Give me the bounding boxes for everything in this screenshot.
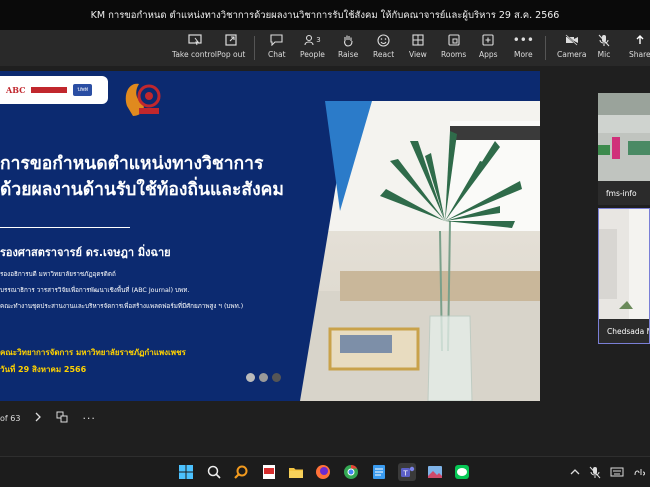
take-control-button[interactable]: Take control bbox=[172, 33, 217, 59]
add-apps-icon bbox=[481, 33, 495, 47]
slide-more-options-icon[interactable]: ··· bbox=[82, 412, 96, 425]
svg-text:T: T bbox=[402, 470, 408, 478]
keyboard-icon[interactable] bbox=[608, 463, 626, 481]
teams-icon[interactable]: T bbox=[398, 463, 416, 481]
participant-name: fms-info bbox=[606, 189, 637, 198]
mic-off-icon bbox=[597, 33, 611, 47]
windows-start-icon[interactable] bbox=[177, 463, 195, 481]
rooms-label: Rooms bbox=[441, 50, 467, 59]
pop-out-button[interactable]: Pop out bbox=[217, 33, 245, 59]
share-arrow-icon bbox=[633, 33, 647, 47]
camera-button[interactable]: Camera bbox=[557, 33, 586, 59]
raise-label: Raise bbox=[338, 50, 359, 59]
apps-label: Apps bbox=[479, 50, 498, 59]
tray-mic-off-icon[interactable] bbox=[586, 463, 604, 481]
university-seal-logo bbox=[118, 76, 166, 128]
react-button[interactable]: React bbox=[373, 33, 394, 59]
rooms-button[interactable]: Rooms bbox=[441, 33, 466, 59]
search-icon[interactable] bbox=[205, 463, 223, 481]
more-dots-icon: ••• bbox=[512, 33, 534, 47]
presenter-name: รองศาสตราจารย์ ดร.เจษฎา มิ่งฉาย bbox=[0, 246, 171, 259]
react-label: React bbox=[373, 50, 395, 59]
more-button[interactable]: ••• More bbox=[512, 33, 534, 59]
camera-off-icon bbox=[565, 33, 579, 47]
firefox-icon[interactable] bbox=[314, 463, 332, 481]
slide-diagonal-shape bbox=[300, 71, 372, 401]
people-button[interactable]: 3 People bbox=[300, 33, 325, 59]
presentation-slide: ABC บพท การขอกำหนดตำแหน่งทางวิชาการ ด้วย… bbox=[0, 71, 540, 401]
logo-strip bbox=[31, 87, 68, 93]
chat-icon bbox=[270, 33, 284, 47]
line-app-icon[interactable] bbox=[453, 463, 471, 481]
presenter-info-line: คณะทำงานชุดประสานงานและบริหารจัดการเพื่อ… bbox=[0, 303, 244, 310]
participant-tile[interactable]: fms-info bbox=[598, 93, 650, 205]
chat-label: Chat bbox=[268, 50, 286, 59]
more-label: More bbox=[514, 50, 533, 59]
search-app-icon[interactable] bbox=[232, 463, 250, 481]
participant-tile[interactable]: Chedsada Mi bbox=[598, 208, 650, 344]
decor-dot bbox=[259, 373, 268, 382]
mic-button[interactable]: Mic bbox=[597, 33, 611, 59]
apps-button[interactable]: Apps bbox=[479, 33, 498, 59]
window-title: KM การขอกำหนด ตำแหน่งทางวิชาการด้วยผลงาน… bbox=[90, 9, 560, 21]
participant-video bbox=[599, 209, 649, 319]
document-app-icon[interactable] bbox=[260, 463, 278, 481]
windows-taskbar: T bbox=[0, 456, 650, 487]
slide-navigation-bar: of 63 ··· bbox=[0, 408, 96, 428]
view-button[interactable]: View bbox=[409, 33, 427, 59]
participant-video bbox=[598, 93, 650, 181]
next-slide-button[interactable] bbox=[34, 412, 42, 424]
bpt-logo: บพท bbox=[73, 84, 93, 96]
chevron-right-icon bbox=[35, 412, 42, 422]
slide-organization: คณะวิทยาการจัดการ มหาวิทยาลัยราชภัฏกำแพง… bbox=[0, 348, 186, 357]
chat-button[interactable]: Chat bbox=[268, 33, 286, 59]
raise-hand-button[interactable]: Raise bbox=[338, 33, 358, 59]
smiley-icon bbox=[377, 33, 391, 47]
photos-app-icon[interactable] bbox=[426, 463, 444, 481]
slide-title-line2: ด้วยผลงานด้านรับใช้ท้องถิ่นและสังคม bbox=[0, 180, 284, 200]
view-label: View bbox=[409, 50, 427, 59]
slide-decoration-dots bbox=[246, 373, 281, 382]
pop-out-icon bbox=[224, 33, 238, 47]
share-label: Share bbox=[629, 50, 650, 59]
chrome-icon[interactable] bbox=[342, 463, 360, 481]
hand-icon bbox=[341, 33, 355, 47]
decor-dot bbox=[246, 373, 255, 382]
rooms-icon bbox=[447, 33, 461, 47]
presenter-info-line: รองอธิการบดี มหาวิทยาลัยราชภัฏอุตรดิตถ์ bbox=[0, 271, 116, 278]
input-language-icon[interactable] bbox=[630, 463, 650, 481]
slide-counter: of 63 bbox=[0, 413, 21, 423]
take-control-label: Take control bbox=[172, 50, 218, 59]
shared-content-stage: ABC บพท การขอกำหนดตำแหน่งทางวิชาการ ด้วย… bbox=[0, 66, 595, 456]
toolbar-divider bbox=[254, 36, 255, 60]
camera-label: Camera bbox=[557, 50, 587, 59]
partner-logos: ABC บพท bbox=[0, 76, 108, 104]
slide-divider bbox=[0, 227, 130, 228]
presenter-info-line: บรรณาธิการ วารสารวิจัยเพื่อการพัฒนาเชิงพ… bbox=[0, 287, 190, 294]
pop-out-label: Pop out bbox=[217, 50, 246, 59]
slide-sorter-icon bbox=[56, 411, 68, 423]
grid-view-icon bbox=[411, 33, 425, 47]
participant-name: Chedsada Mi bbox=[607, 327, 649, 336]
slide-grid-button[interactable] bbox=[56, 411, 68, 425]
people-count: 3 bbox=[316, 36, 321, 44]
share-button[interactable]: Share bbox=[629, 33, 650, 59]
file-explorer-icon[interactable] bbox=[287, 463, 305, 481]
slide-title-line1: การขอกำหนดตำแหน่งทางวิชาการ bbox=[0, 154, 264, 174]
chevron-up-icon[interactable] bbox=[566, 463, 584, 481]
abc-journal-logo: ABC bbox=[6, 85, 26, 95]
window-title-bar: KM การขอกำหนด ตำแหน่งทางวิชาการด้วยผลงาน… bbox=[0, 0, 650, 30]
decor-dot bbox=[272, 373, 281, 382]
mic-label: Mic bbox=[597, 50, 611, 59]
toolbar-divider bbox=[545, 36, 546, 60]
slide-date: วันที่ 29 สิงหาคม 2566 bbox=[0, 365, 87, 374]
people-icon: 3 bbox=[301, 33, 323, 47]
people-label: People bbox=[300, 50, 325, 59]
meeting-toolbar: Take control Pop out Chat 3 People Raise… bbox=[0, 30, 650, 66]
take-control-icon bbox=[187, 33, 202, 47]
notepad-icon[interactable] bbox=[370, 463, 388, 481]
